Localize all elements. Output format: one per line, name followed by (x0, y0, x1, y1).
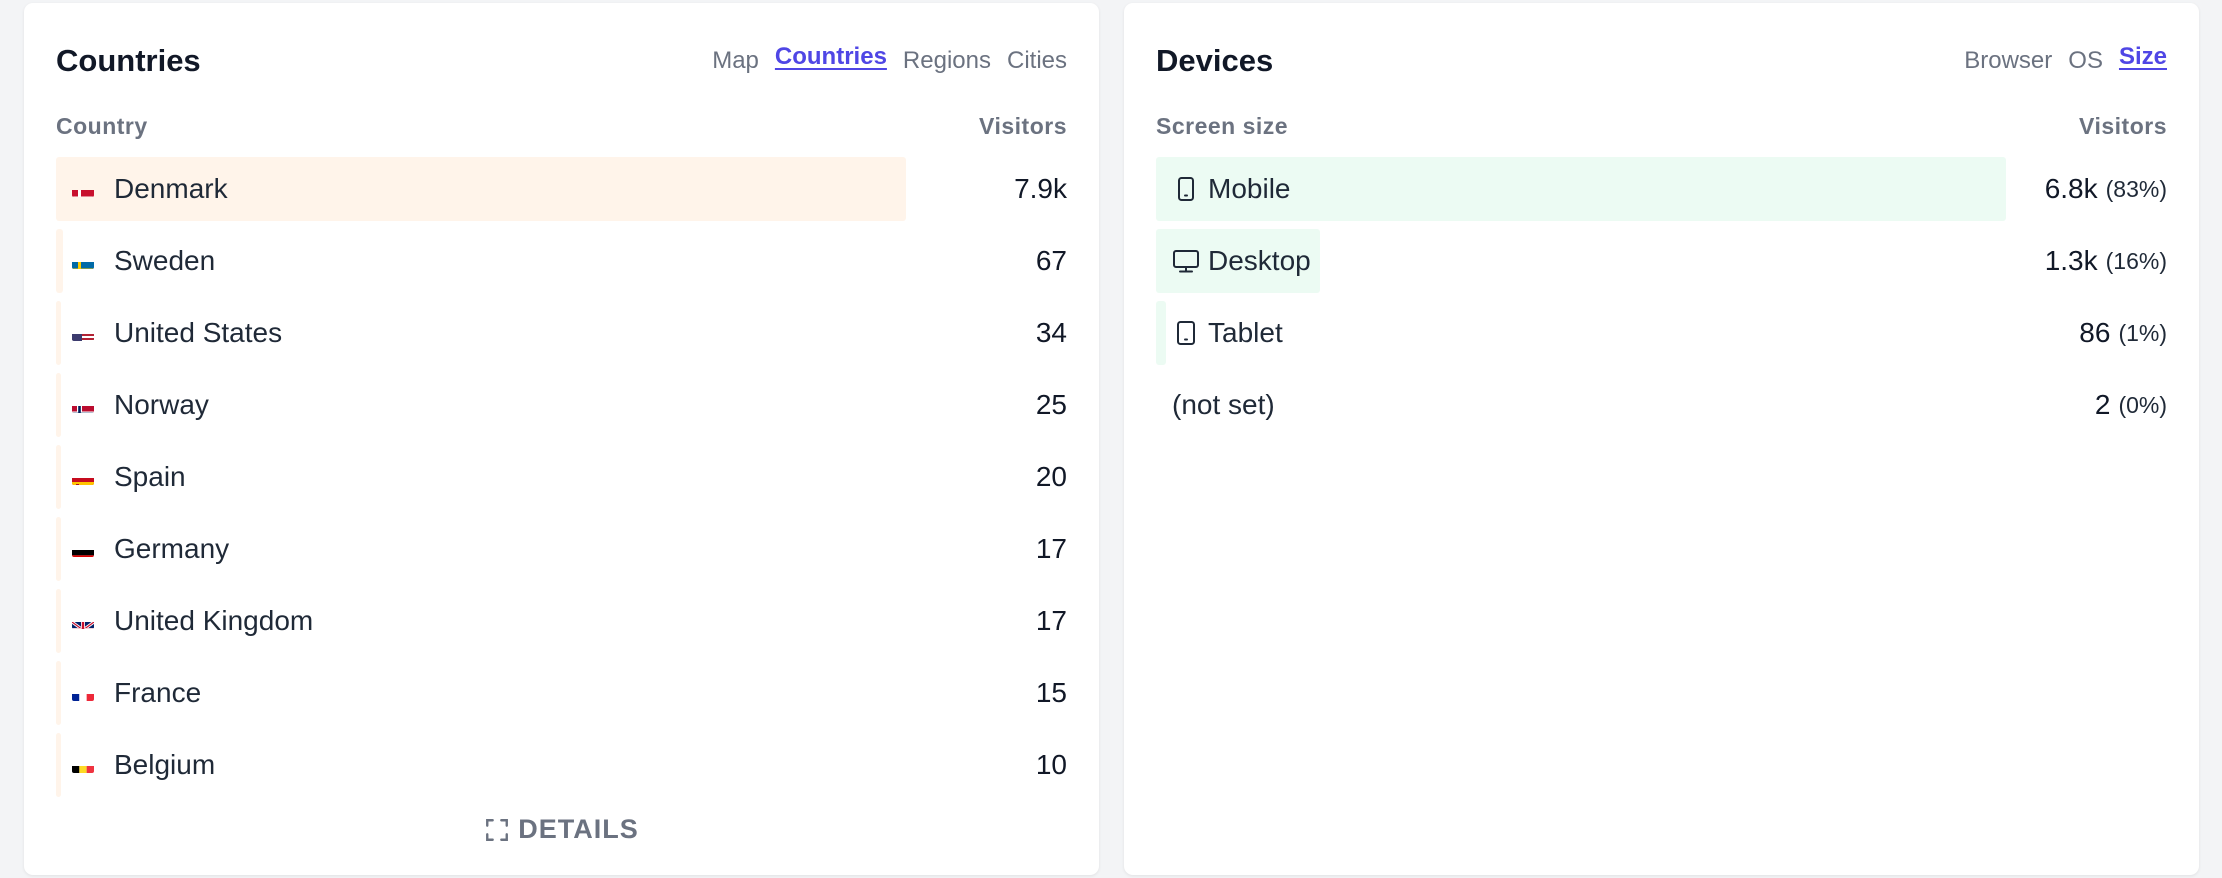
country-visitors: 10 (1035, 749, 1067, 780)
device-visitors: 1.3k (16%) (2045, 229, 2167, 293)
spain-flag-icon (72, 469, 94, 485)
tab-regions[interactable]: Regions (903, 45, 991, 77)
device-percent: (16%) (2105, 247, 2167, 274)
device-percent: (0%) (2118, 391, 2167, 418)
devices-list: Mobile 6.8k (83%) Desktop 1.3k (16%) Tab… (1156, 157, 2167, 445)
visitors-column-header: Visitors (979, 113, 1067, 139)
united-states-flag-icon (72, 325, 94, 341)
tab-size[interactable]: Size (2119, 41, 2167, 73)
country-row[interactable]: Denmark 7.9k (56, 157, 1067, 221)
country-name: Denmark (114, 173, 228, 204)
germany-flag-icon (72, 541, 94, 557)
country-row[interactable]: France 15 (56, 661, 1067, 725)
countries-list: Denmark 7.9k Sweden 67 United States 34 (56, 157, 1067, 805)
country-bar (56, 373, 61, 437)
tablet-icon (1172, 319, 1200, 347)
tab-map[interactable]: Map (712, 45, 759, 77)
details-button[interactable]: DETAILS (24, 814, 1099, 845)
country-bar (56, 661, 61, 725)
country-visitors: 34 (1035, 317, 1067, 348)
country-bar (56, 445, 61, 509)
device-name: (not set) (1172, 389, 1275, 420)
country-row[interactable]: Sweden 67 (56, 229, 1067, 293)
country-bar (56, 229, 64, 293)
country-bar (56, 733, 61, 797)
country-visitors: 15 (1035, 677, 1067, 708)
country-visitors: 17 (1035, 533, 1067, 564)
country-name: Belgium (114, 749, 216, 780)
sweden-flag-icon (72, 253, 94, 269)
country-name: France (114, 677, 202, 708)
country-bar (56, 517, 61, 581)
device-percent: (83%) (2105, 175, 2167, 202)
country-visitors: 17 (1035, 605, 1067, 636)
country-row[interactable]: Norway 25 (56, 373, 1067, 437)
country-row[interactable]: Germany 17 (56, 517, 1067, 581)
device-name: Mobile (1208, 173, 1291, 204)
countries-card: Countries Map Countries Regions Cities C… (24, 3, 1099, 875)
country-name: Norway (114, 389, 209, 420)
country-row[interactable]: United States 34 (56, 301, 1067, 365)
country-name: United Kingdom (114, 605, 314, 636)
device-row[interactable]: Desktop 1.3k (16%) (1156, 229, 2167, 293)
country-row[interactable]: Spain 20 (56, 445, 1067, 509)
screen-size-column-header: Screen size (1156, 113, 1289, 139)
details-label: DETAILS (518, 814, 639, 844)
countries-tabs: Map Countries Regions Cities (712, 43, 1067, 77)
norway-flag-icon (72, 397, 94, 413)
mobile-icon (1172, 175, 1200, 203)
device-percent: (1%) (2118, 319, 2167, 346)
belgium-flag-icon (72, 757, 94, 773)
device-count: 1.3k (2044, 245, 2098, 276)
country-visitors: 67 (1035, 245, 1067, 276)
devices-card: Devices Browser OS Size Screen size Visi… (1124, 3, 2199, 875)
countries-title: Countries (56, 43, 201, 78)
country-name: Spain (114, 461, 186, 492)
device-name: Tablet (1208, 317, 1283, 348)
devices-tabs: Browser OS Size (1964, 43, 2167, 77)
expand-icon (486, 818, 509, 841)
country-visitors: 20 (1035, 461, 1067, 492)
tab-browser[interactable]: Browser (1964, 45, 2052, 77)
country-name: United States (114, 317, 283, 348)
country-bar (56, 301, 61, 365)
visitors-column-header: Visitors (2079, 113, 2167, 139)
device-count: 6.8k (2044, 173, 2098, 204)
country-name: Germany (114, 533, 230, 564)
country-visitors: 7.9k (1014, 173, 1067, 204)
device-name: Desktop (1208, 245, 1311, 276)
device-visitors: 86 (1%) (2079, 301, 2167, 365)
devices-title: Devices (1156, 43, 1274, 78)
country-column-header: Country (56, 113, 148, 139)
device-row[interactable]: Tablet 86 (1%) (1156, 301, 2167, 365)
tab-countries[interactable]: Countries (775, 41, 887, 73)
device-row[interactable]: Mobile 6.8k (83%) (1156, 157, 2167, 221)
united-kingdom-flag-icon (72, 613, 94, 629)
device-row[interactable]: (not set) 2 (0%) (1156, 373, 2167, 437)
country-visitors: 25 (1035, 389, 1067, 420)
country-row[interactable]: United Kingdom 17 (56, 589, 1067, 653)
country-name: Sweden (114, 245, 216, 276)
device-visitors: 2 (0%) (2095, 373, 2167, 437)
denmark-flag-icon (72, 181, 94, 197)
country-row[interactable]: Belgium 10 (56, 733, 1067, 797)
tab-cities[interactable]: Cities (1007, 45, 1067, 77)
tab-os[interactable]: OS (2068, 45, 2103, 77)
desktop-icon (1172, 247, 1200, 275)
device-count: 2 (2094, 389, 2111, 420)
france-flag-icon (72, 685, 94, 701)
device-count: 86 (2079, 317, 2111, 348)
device-visitors: 6.8k (83%) (2045, 157, 2167, 221)
device-bar (1156, 301, 1167, 365)
country-bar (56, 589, 61, 653)
